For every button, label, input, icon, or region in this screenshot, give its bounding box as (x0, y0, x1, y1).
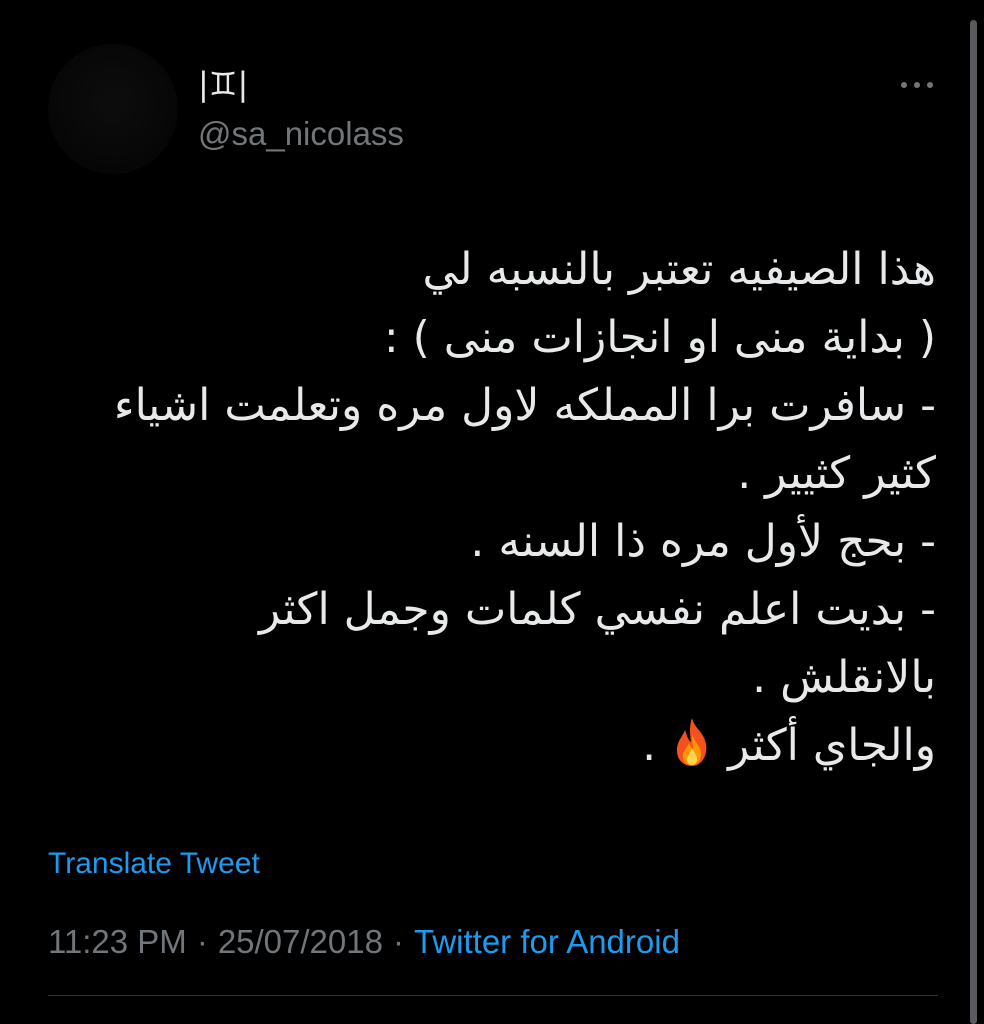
tweet-line: - بديت اعلم نفسي كلمات وجمل اكثر (258, 584, 936, 635)
translate-tweet-link[interactable]: Translate Tweet (48, 844, 260, 884)
tweet-line: - بحج لأول مره ذا السنه . (470, 516, 936, 567)
fire-icon (677, 718, 707, 766)
meta-separator: · (392, 923, 404, 960)
tweet-line-last: والجاي أكثر . (60, 712, 936, 780)
tweet-line: - سافرت برا المملكه لاول مره وتعلمت اشيا… (113, 380, 936, 431)
tweet-text: هذا الصيفيه تعتبر بالنسبه لي ( بداية منى… (60, 236, 936, 780)
more-dots-icon (901, 82, 933, 88)
tweet-meta: 11:23 PM · 25/07/2018 · Twitter for Android (48, 920, 680, 964)
display-name[interactable]: |♊| (198, 62, 248, 106)
tweet-line: كثير كثيير . (737, 448, 936, 499)
tweet-line: ( بداية منى او انجازات منى ) : (383, 312, 936, 363)
more-options-button[interactable] (892, 70, 942, 100)
tweet-time[interactable]: 11:23 PM (48, 923, 187, 960)
divider (48, 995, 938, 996)
scrollbar[interactable] (970, 20, 977, 1024)
tweet-line: هذا الصيفيه تعتبر بالنسبه لي (422, 244, 937, 295)
tweet-date[interactable]: 25/07/2018 (218, 923, 383, 960)
meta-separator: · (196, 923, 208, 960)
tweet-source-link[interactable]: Twitter for Android (414, 923, 680, 960)
tweet-line-end: . (642, 720, 657, 771)
user-handle[interactable]: @sa_nicolass (198, 114, 404, 154)
avatar[interactable] (48, 44, 178, 174)
tweet-line-text: والجاي أكثر (728, 720, 936, 771)
tweet-line: بالانقلش . (752, 652, 936, 703)
